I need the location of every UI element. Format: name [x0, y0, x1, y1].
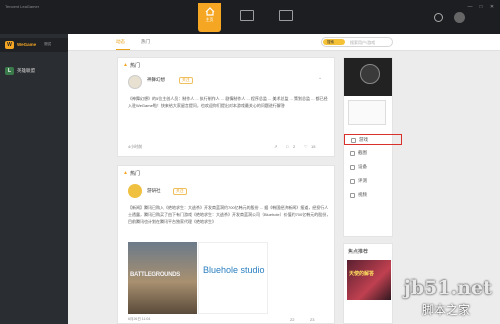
device-icon: [350, 165, 355, 170]
beta-badge: 测试: [44, 42, 51, 46]
app-title: Tencent LeaGamer: [5, 4, 40, 9]
menu-item-devices[interactable]: 设备: [344, 162, 392, 173]
watermark-domain: jb51.net: [404, 277, 492, 299]
fire-icon: ▲: [123, 62, 128, 68]
search-box[interactable]: 搜索 搜索用户/游戏: [321, 37, 393, 47]
sidebar-item-lol[interactable]: L 英雄联盟: [0, 64, 68, 78]
post-image-bluehole[interactable]: Bluehole studio: [198, 242, 268, 314]
banner-text: 天使的解答: [349, 271, 375, 277]
share-icon[interactable]: ↗: [274, 144, 277, 149]
search-input[interactable]: 搜索用户/游戏: [350, 40, 375, 46]
bluehole-logo: Bluehole studio: [203, 265, 265, 275]
like-count: 15: [311, 144, 316, 149]
image-icon: [350, 151, 355, 156]
download-icon[interactable]: [240, 10, 254, 21]
post-image-battlegrounds[interactable]: BATTLEGROUNDS: [128, 242, 197, 314]
author-avatar[interactable]: [128, 75, 142, 89]
author-name[interactable]: 神舞幻想: [147, 77, 165, 83]
tab-dynamic[interactable]: 动态: [116, 39, 125, 45]
tab-underline: [116, 49, 130, 50]
minimize-icon[interactable]: —: [466, 4, 474, 10]
home-label: 主页: [205, 17, 214, 22]
friends-icon[interactable]: [434, 13, 443, 22]
post-card: ▲ 热门 神舞幻想 关注 ⌄ 《神舞幻想》的5位主创人员：制作人 ... 执行制…: [117, 57, 335, 157]
post-card: ▲ 热门 游研社 关注 【新闻】腾讯已购入《绝地求生：大逃杀》开发商蓝洞约700…: [117, 165, 335, 324]
feed-tabs: 动态 热门: [68, 34, 500, 51]
section-label: 热门: [130, 63, 141, 69]
video-icon[interactable]: [279, 10, 293, 21]
user-avatar[interactable]: [454, 12, 465, 23]
post-time: 6月26日 11:04: [128, 317, 151, 321]
post-time: 4小时前: [128, 144, 143, 149]
watermark-site-name: 脚本之家: [422, 303, 471, 317]
tab-hot[interactable]: 热门: [141, 39, 150, 45]
comment-count: 22: [290, 317, 295, 322]
fire-icon: ▲: [123, 170, 128, 176]
image-caption: BATTLEGROUNDS: [130, 272, 180, 278]
like-icon[interactable]: ♡: [304, 144, 308, 149]
comment-icon[interactable]: □: [286, 144, 288, 149]
chevron-down-icon[interactable]: ⌄: [318, 75, 322, 81]
sidebar-item-label: 英雄联盟: [17, 68, 35, 73]
menu-item-videos[interactable]: 视频: [344, 190, 392, 201]
search-scope-dropdown[interactable]: 搜索: [323, 39, 345, 45]
game-icon: [351, 138, 356, 143]
focus-recommend-card: 焦点推荐 天使的解答: [343, 243, 393, 324]
author-name[interactable]: 游研社: [147, 188, 161, 194]
wegame-logo: W: [5, 41, 14, 49]
home-tab[interactable]: 主页: [198, 3, 221, 32]
menu-item-screenshots[interactable]: 截图: [344, 148, 392, 159]
author-avatar[interactable]: [128, 184, 142, 198]
focus-banner[interactable]: 天使的解答: [347, 260, 391, 300]
maximize-icon[interactable]: □: [477, 4, 485, 10]
game-banner[interactable]: [344, 58, 392, 96]
game-card: 游戏 截图 设备 评测 视频: [343, 57, 402, 237]
home-icon: [205, 7, 214, 16]
comment-count: 2: [293, 144, 296, 149]
follow-button[interactable]: 关注: [173, 188, 187, 195]
menu-item-reviews[interactable]: 评测: [344, 176, 392, 187]
review-icon: [350, 179, 355, 184]
like-count: 23: [310, 317, 315, 322]
title-bar: Tencent LeaGamer 主页 — □ ✕: [0, 0, 500, 34]
video-icon: [350, 193, 355, 198]
sidebar-item-label: WeGame: [17, 42, 37, 47]
lol-logo: L: [5, 67, 14, 75]
menu-item-game[interactable]: 游戏: [344, 134, 402, 145]
game-info-box: [348, 100, 386, 125]
close-icon[interactable]: ✕: [488, 4, 496, 10]
sidebar: W WeGame 测试 L 英雄联盟: [0, 34, 68, 324]
focus-title: 焦点推荐: [348, 249, 369, 255]
post-text: 《神舞幻想》的5位主创人员：制作人 ... 执行制作人 ... 剧情制作人 ..…: [128, 96, 328, 108]
post-text: 【新闻】腾讯已购入《绝地求生：大逃杀》开发商蓝洞约700亿韩元的股份 ... 据…: [128, 205, 331, 224]
game-logo: [360, 64, 380, 84]
follow-button[interactable]: 关注: [179, 77, 193, 84]
sidebar-item-wegame[interactable]: W WeGame 测试: [0, 38, 68, 52]
section-label: 热门: [130, 171, 141, 177]
